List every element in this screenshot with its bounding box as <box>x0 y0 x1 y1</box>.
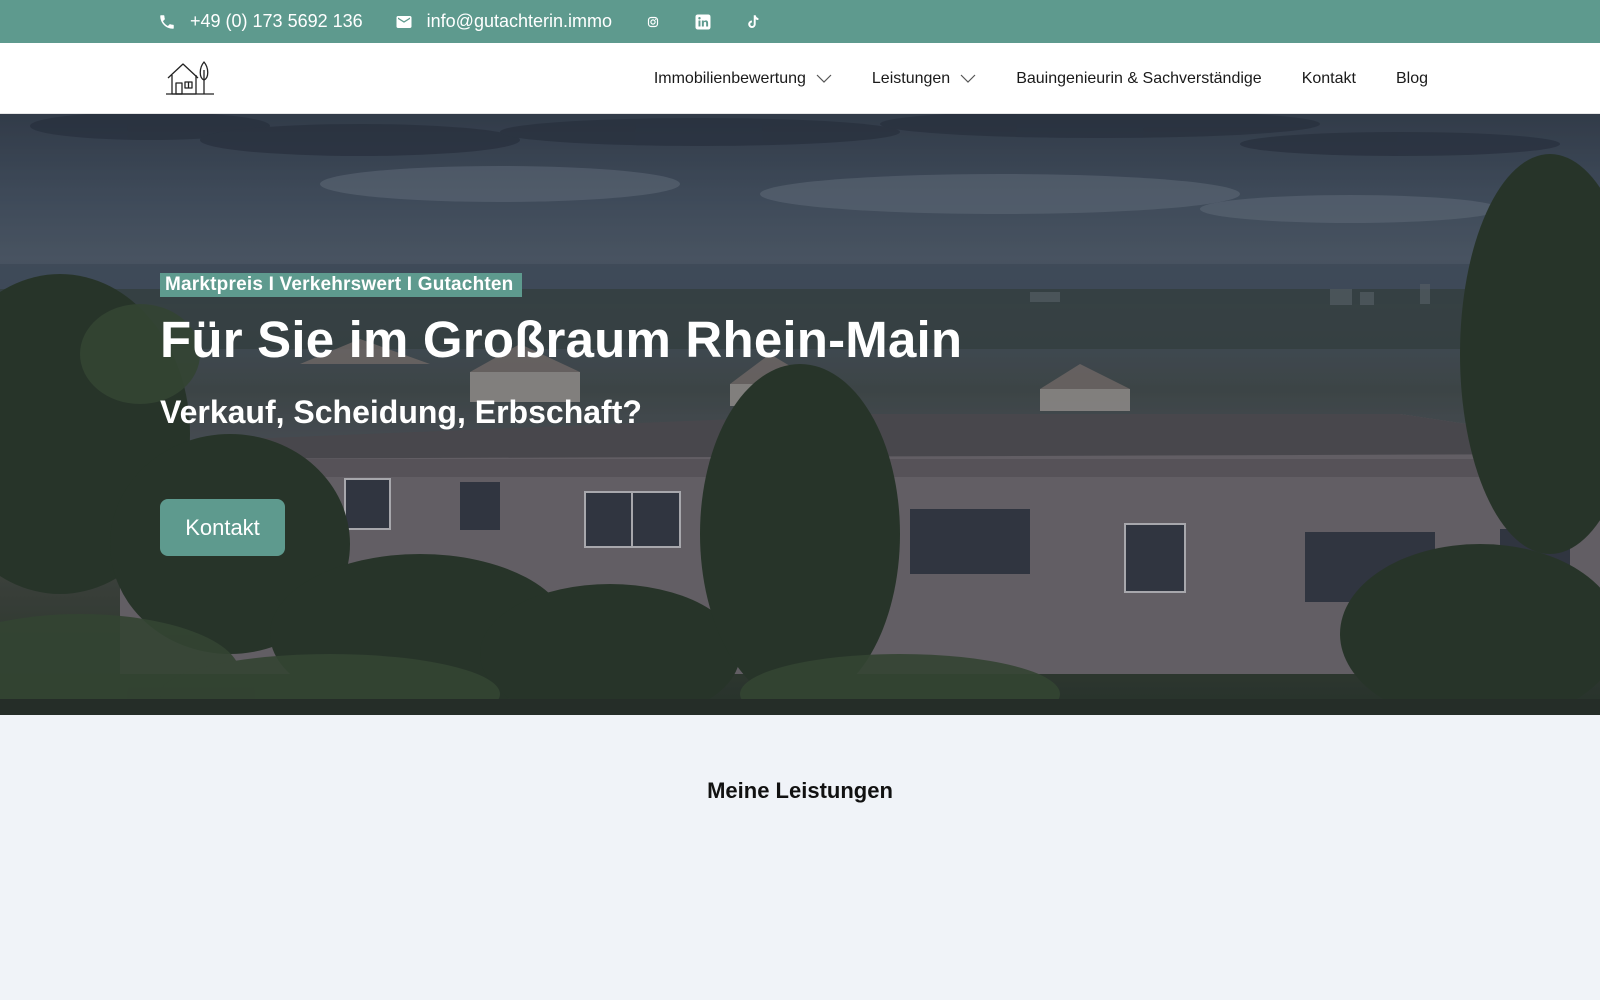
hero-title: Für Sie im Großraum Rhein-Main <box>160 311 963 368</box>
section-title-leistungen: Meine Leistungen <box>707 778 893 803</box>
linkedin-link[interactable] <box>694 13 712 31</box>
nav-item-label: Immobilienbewertung <box>653 69 806 87</box>
tiktok-icon <box>748 14 759 28</box>
email-link[interactable]: info@gutachterin.immo <box>395 11 612 32</box>
phone-number: +49 (0) 173 5692 136 <box>190 11 363 31</box>
instagram-icon <box>647 16 659 27</box>
hero-subtitle: Verkauf, Scheidung, Erbschaft? <box>160 394 642 430</box>
nav-item-label: Leistungen <box>871 69 951 87</box>
contact-button[interactable]: Kontakt <box>160 499 285 556</box>
chevron-down-icon <box>816 74 832 83</box>
phone-icon <box>160 14 174 29</box>
phone-link[interactable]: +49 (0) 173 5692 136 <box>158 11 363 32</box>
nav-item-blog[interactable]: Blog <box>1396 70 1428 88</box>
mail-icon <box>396 15 412 28</box>
nav-item-kontakt[interactable]: Kontakt <box>1302 70 1356 88</box>
nav-item-immobilienbewertung[interactable]: Immobilienbewertung <box>654 70 832 88</box>
linkedin-icon <box>695 14 711 29</box>
nav-item-label: Blog <box>1395 69 1428 87</box>
hero-eyebrow: Marktpreis I Verkehrswert I Gutachten <box>160 273 523 297</box>
email-address: info@gutachterin.immo <box>426 11 613 31</box>
chevron-down-icon <box>960 74 976 83</box>
main-nav: Immobilienbewertung Leistungen Bauingeni… <box>614 43 1428 114</box>
house-tree-logo <box>166 61 214 95</box>
site-logo[interactable] <box>166 56 216 100</box>
tiktok-link[interactable] <box>744 13 762 31</box>
nav-item-bauingenieurin[interactable]: Bauingenieurin & Sachverständige <box>1016 70 1262 88</box>
instagram-link[interactable] <box>644 13 662 31</box>
contact-bar: +49 (0) 173 5692 136 info@gutachterin.im… <box>0 0 1600 43</box>
nav-item-label: Bauingenieurin & Sachverständige <box>1016 69 1262 87</box>
nav-item-leistungen[interactable]: Leistungen <box>872 70 976 88</box>
hero-banner: Marktpreis I Verkehrswert I Gutachten Fü… <box>0 114 1600 715</box>
site-header: Immobilienbewertung Leistungen Bauingeni… <box>0 43 1600 114</box>
nav-item-label: Kontakt <box>1301 69 1356 87</box>
